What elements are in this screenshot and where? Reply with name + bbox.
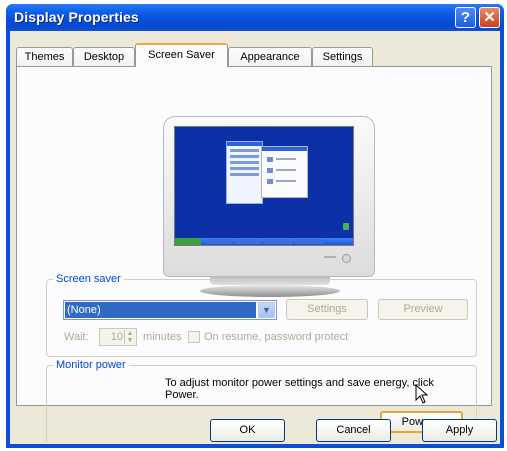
mouse-cursor-icon: [415, 384, 429, 404]
monitor-preview: [163, 116, 375, 277]
tab-screen-saver[interactable]: Screen Saver: [135, 43, 228, 67]
preview-button[interactable]: Preview: [378, 299, 468, 320]
display-properties-window: Display Properties ? ✕ Themes Desktop Sc…: [6, 4, 504, 448]
wait-value: 10: [110, 331, 123, 343]
wait-label: Wait:: [64, 331, 89, 343]
dialog-client-area: Themes Desktop Screen Saver Appearance S…: [10, 31, 500, 444]
spinner-arrows-icon[interactable]: ▲ ▼: [124, 330, 135, 344]
recycle-bin-icon: [343, 223, 349, 230]
settings-button[interactable]: Settings: [286, 299, 368, 320]
monitor-power-group-label: Monitor power: [53, 359, 129, 371]
title-bar[interactable]: Display Properties ? ✕: [6, 4, 504, 31]
minutes-label: minutes: [143, 331, 182, 343]
screen-saver-tab-panel: Screen saver (None) ▼ Settings Preview W…: [16, 66, 492, 442]
tab-settings[interactable]: Settings: [312, 47, 373, 66]
close-button[interactable]: ✕: [479, 7, 500, 28]
screen-saver-group-label: Screen saver: [53, 273, 124, 285]
tab-appearance[interactable]: Appearance: [228, 47, 312, 66]
cancel-button[interactable]: Cancel: [316, 419, 391, 442]
screen-saver-group: Screen saver (None) ▼ Settings Preview W…: [46, 273, 477, 357]
help-button[interactable]: ?: [455, 7, 476, 28]
preview-window-icon: [226, 141, 263, 204]
ok-button[interactable]: OK: [210, 419, 285, 442]
power-led-icon: [342, 254, 351, 263]
monitor-controls: [324, 256, 336, 258]
preview-taskbar: [175, 238, 353, 245]
apply-button[interactable]: Apply: [422, 419, 497, 442]
window-title: Display Properties: [14, 9, 139, 25]
tab-themes[interactable]: Themes: [16, 47, 73, 66]
password-protect-label: On resume, password protect: [204, 331, 349, 343]
chevron-down-icon[interactable]: ▼: [258, 302, 275, 318]
tab-desktop[interactable]: Desktop: [73, 47, 135, 66]
screen-saver-select[interactable]: (None) ▼: [63, 300, 277, 320]
preview-screen: [174, 126, 354, 246]
preview-window-icon: [261, 146, 308, 198]
screen-saver-selected-value: (None): [65, 302, 256, 318]
password-protect-checkbox[interactable]: [188, 331, 200, 343]
wait-minutes-spinner[interactable]: 10 ▲ ▼: [99, 328, 137, 346]
